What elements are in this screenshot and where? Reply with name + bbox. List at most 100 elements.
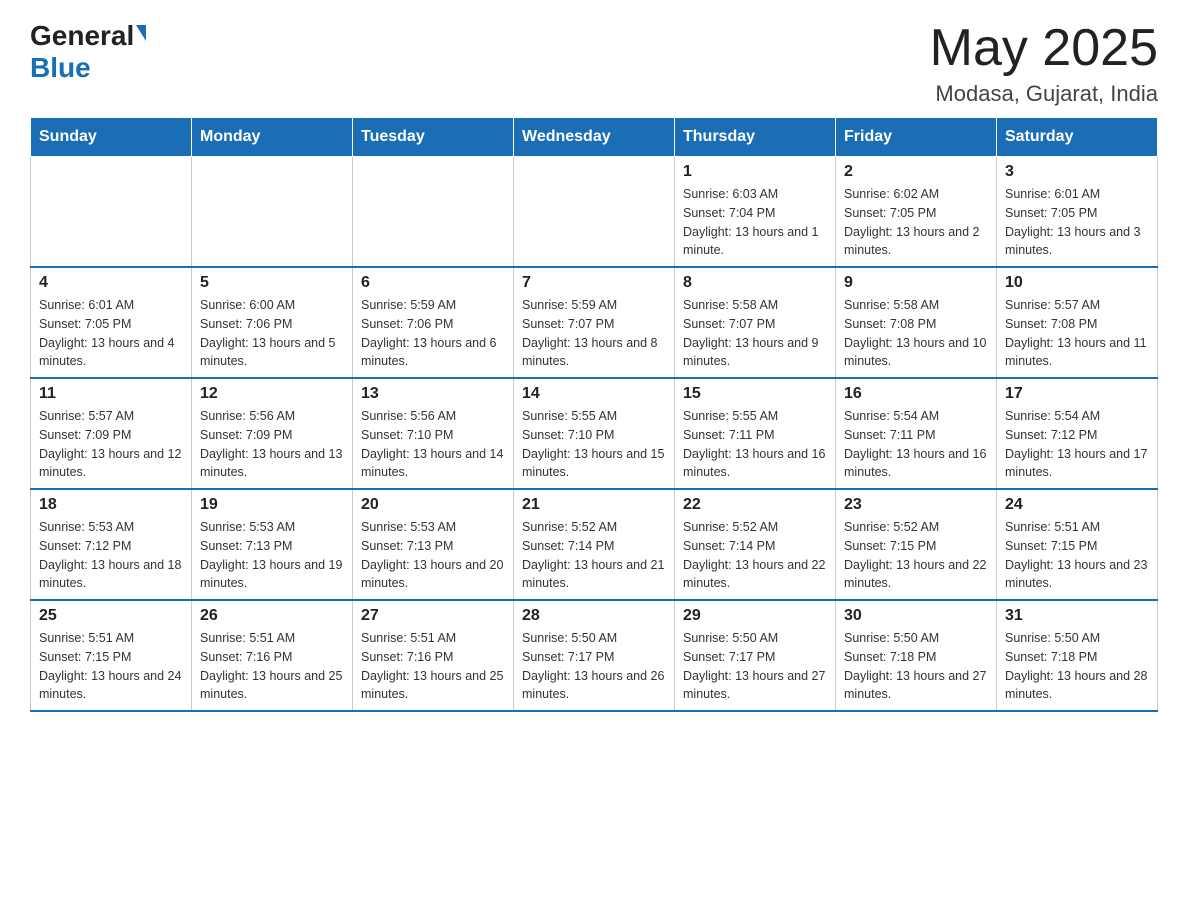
month-title: May 2025 [930, 20, 1158, 77]
day-info: Sunrise: 6:01 AM Sunset: 7:05 PM Dayligh… [39, 296, 183, 371]
day-number: 25 [39, 607, 183, 625]
day-number: 2 [844, 163, 988, 181]
day-number: 8 [683, 274, 827, 292]
weekday-header-wednesday: Wednesday [514, 118, 675, 157]
calendar-cell [353, 157, 514, 268]
day-number: 13 [361, 385, 505, 403]
day-info: Sunrise: 5:59 AM Sunset: 7:07 PM Dayligh… [522, 296, 666, 371]
calendar-cell: 12 Sunrise: 5:56 AM Sunset: 7:09 PM Dayli… [192, 378, 353, 489]
day-number: 12 [200, 385, 344, 403]
calendar-cell: 2 Sunrise: 6:02 AM Sunset: 7:05 PM Daylig… [836, 157, 997, 268]
calendar-cell: 14 Sunrise: 5:55 AM Sunset: 7:10 PM Dayli… [514, 378, 675, 489]
day-number: 4 [39, 274, 183, 292]
calendar-cell: 27 Sunrise: 5:51 AM Sunset: 7:16 PM Dayli… [353, 600, 514, 711]
calendar-cell: 16 Sunrise: 5:54 AM Sunset: 7:11 PM Dayli… [836, 378, 997, 489]
day-info: Sunrise: 5:51 AM Sunset: 7:15 PM Dayligh… [39, 629, 183, 704]
day-number: 18 [39, 496, 183, 514]
calendar-cell: 8Sunrise: 5:58 AM Sunset: 7:07 PM Daylig… [675, 267, 836, 378]
weekday-header-tuesday: Tuesday [353, 118, 514, 157]
day-number: 14 [522, 385, 666, 403]
day-info: Sunrise: 5:54 AM Sunset: 7:12 PM Dayligh… [1005, 407, 1149, 482]
calendar-cell: 17 Sunrise: 5:54 AM Sunset: 7:12 PM Dayli… [997, 378, 1158, 489]
day-number: 11 [39, 385, 183, 403]
calendar-cell: 21 Sunrise: 5:52 AM Sunset: 7:14 PM Dayli… [514, 489, 675, 600]
day-info: Sunrise: 6:01 AM Sunset: 7:05 PM Dayligh… [1005, 185, 1149, 260]
day-number: 30 [844, 607, 988, 625]
day-info: Sunrise: 5:55 AM Sunset: 7:10 PM Dayligh… [522, 407, 666, 482]
day-number: 26 [200, 607, 344, 625]
day-number: 15 [683, 385, 827, 403]
day-number: 16 [844, 385, 988, 403]
weekday-header-sunday: Sunday [31, 118, 192, 157]
day-info: Sunrise: 5:52 AM Sunset: 7:14 PM Dayligh… [522, 518, 666, 593]
page-header: General Blue May 2025 Modasa, Gujarat, I… [30, 20, 1158, 107]
calendar-cell: 24 Sunrise: 5:51 AM Sunset: 7:15 PM Dayli… [997, 489, 1158, 600]
day-number: 27 [361, 607, 505, 625]
calendar-cell: 15 Sunrise: 5:55 AM Sunset: 7:11 PM Dayli… [675, 378, 836, 489]
day-number: 10 [1005, 274, 1149, 292]
day-info: Sunrise: 6:03 AM Sunset: 7:04 PM Dayligh… [683, 185, 827, 260]
calendar-cell: 3 Sunrise: 6:01 AM Sunset: 7:05 PM Daylig… [997, 157, 1158, 268]
calendar-cell: 10 Sunrise: 5:57 AM Sunset: 7:08 PM Dayli… [997, 267, 1158, 378]
calendar-cell: 23Sunrise: 5:52 AM Sunset: 7:15 PM Dayli… [836, 489, 997, 600]
day-number: 31 [1005, 607, 1149, 625]
weekday-header-friday: Friday [836, 118, 997, 157]
calendar-cell: 1 Sunrise: 6:03 AM Sunset: 7:04 PM Daylig… [675, 157, 836, 268]
day-info: Sunrise: 5:51 AM Sunset: 7:16 PM Dayligh… [361, 629, 505, 704]
calendar-cell: 13Sunrise: 5:56 AM Sunset: 7:10 PM Dayli… [353, 378, 514, 489]
day-info: Sunrise: 5:57 AM Sunset: 7:08 PM Dayligh… [1005, 296, 1149, 371]
calendar-cell: 18Sunrise: 5:53 AM Sunset: 7:12 PM Dayli… [31, 489, 192, 600]
calendar-cell: 6 Sunrise: 5:59 AM Sunset: 7:06 PM Daylig… [353, 267, 514, 378]
day-number: 9 [844, 274, 988, 292]
weekday-header-thursday: Thursday [675, 118, 836, 157]
day-info: Sunrise: 5:59 AM Sunset: 7:06 PM Dayligh… [361, 296, 505, 371]
calendar-cell: 5Sunrise: 6:00 AM Sunset: 7:06 PM Daylig… [192, 267, 353, 378]
day-number: 5 [200, 274, 344, 292]
calendar-header-row: SundayMondayTuesdayWednesdayThursdayFrid… [31, 118, 1158, 157]
day-info: Sunrise: 6:02 AM Sunset: 7:05 PM Dayligh… [844, 185, 988, 260]
day-number: 3 [1005, 163, 1149, 181]
calendar-week-row: 4 Sunrise: 6:01 AM Sunset: 7:05 PM Daylig… [31, 267, 1158, 378]
day-info: Sunrise: 5:55 AM Sunset: 7:11 PM Dayligh… [683, 407, 827, 482]
day-number: 20 [361, 496, 505, 514]
logo-triangle-icon [136, 25, 146, 41]
day-number: 21 [522, 496, 666, 514]
calendar-cell: 26Sunrise: 5:51 AM Sunset: 7:16 PM Dayli… [192, 600, 353, 711]
calendar-cell: 31 Sunrise: 5:50 AM Sunset: 7:18 PM Dayli… [997, 600, 1158, 711]
calendar-cell: 29Sunrise: 5:50 AM Sunset: 7:17 PM Dayli… [675, 600, 836, 711]
calendar-cell: 9 Sunrise: 5:58 AM Sunset: 7:08 PM Daylig… [836, 267, 997, 378]
day-number: 6 [361, 274, 505, 292]
calendar-cell: 28Sunrise: 5:50 AM Sunset: 7:17 PM Dayli… [514, 600, 675, 711]
calendar-cell [31, 157, 192, 268]
day-number: 29 [683, 607, 827, 625]
day-info: Sunrise: 5:50 AM Sunset: 7:17 PM Dayligh… [522, 629, 666, 704]
logo-general-text: General [30, 20, 134, 52]
calendar-table: SundayMondayTuesdayWednesdayThursdayFrid… [30, 117, 1158, 712]
day-number: 23 [844, 496, 988, 514]
calendar-cell: 20 Sunrise: 5:53 AM Sunset: 7:13 PM Dayli… [353, 489, 514, 600]
calendar-cell: 30Sunrise: 5:50 AM Sunset: 7:18 PM Dayli… [836, 600, 997, 711]
calendar-cell: 19Sunrise: 5:53 AM Sunset: 7:13 PM Dayli… [192, 489, 353, 600]
day-number: 7 [522, 274, 666, 292]
calendar-cell: 11 Sunrise: 5:57 AM Sunset: 7:09 PM Dayli… [31, 378, 192, 489]
day-number: 24 [1005, 496, 1149, 514]
location-label: Modasa, Gujarat, India [930, 81, 1158, 107]
day-info: Sunrise: 5:57 AM Sunset: 7:09 PM Dayligh… [39, 407, 183, 482]
calendar-week-row: 1 Sunrise: 6:03 AM Sunset: 7:04 PM Daylig… [31, 157, 1158, 268]
day-number: 17 [1005, 385, 1149, 403]
logo-blue-text: Blue [30, 52, 91, 84]
day-info: Sunrise: 5:50 AM Sunset: 7:18 PM Dayligh… [1005, 629, 1149, 704]
calendar-week-row: 25 Sunrise: 5:51 AM Sunset: 7:15 PM Dayli… [31, 600, 1158, 711]
weekday-header-saturday: Saturday [997, 118, 1158, 157]
day-info: Sunrise: 5:53 AM Sunset: 7:13 PM Dayligh… [361, 518, 505, 593]
title-area: May 2025 Modasa, Gujarat, India [930, 20, 1158, 107]
calendar-cell [514, 157, 675, 268]
calendar-cell [192, 157, 353, 268]
day-number: 1 [683, 163, 827, 181]
day-info: Sunrise: 5:56 AM Sunset: 7:09 PM Dayligh… [200, 407, 344, 482]
day-info: Sunrise: 5:51 AM Sunset: 7:15 PM Dayligh… [1005, 518, 1149, 593]
day-info: Sunrise: 5:58 AM Sunset: 7:08 PM Dayligh… [844, 296, 988, 371]
day-number: 22 [683, 496, 827, 514]
calendar-cell: 7 Sunrise: 5:59 AM Sunset: 7:07 PM Daylig… [514, 267, 675, 378]
day-info: Sunrise: 5:54 AM Sunset: 7:11 PM Dayligh… [844, 407, 988, 482]
